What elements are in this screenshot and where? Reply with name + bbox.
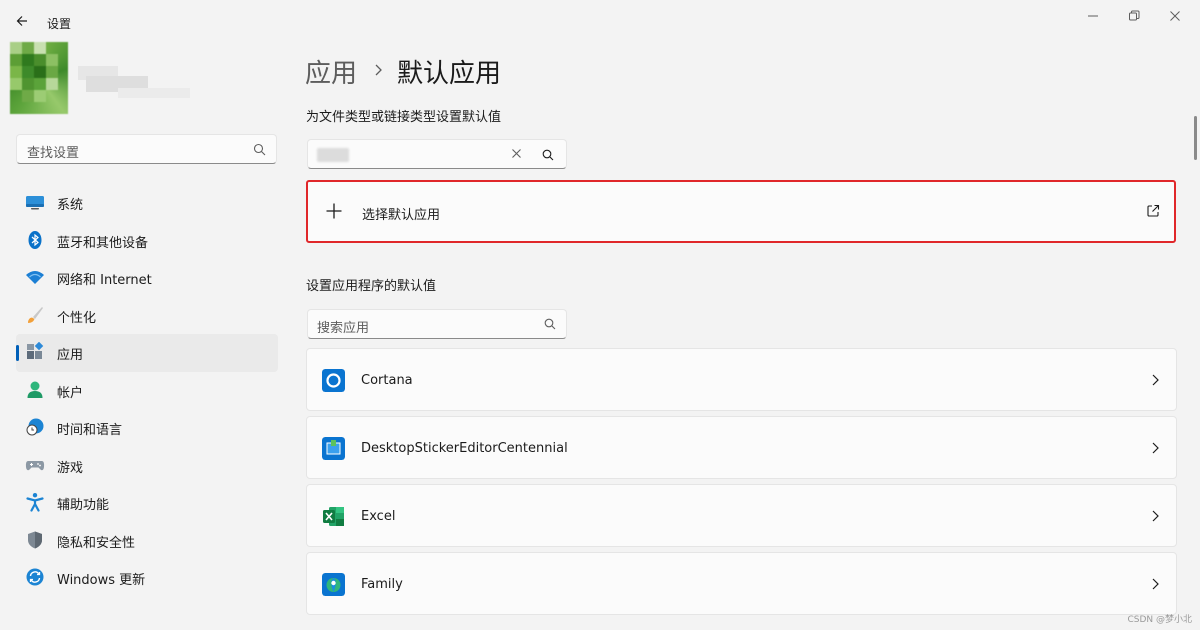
active-indicator	[16, 345, 19, 361]
sidebar-item-windows-update[interactable]: Windows 更新	[16, 559, 278, 597]
chevron-right-icon	[373, 62, 383, 81]
chevron-right-icon	[1152, 374, 1159, 386]
apps-section-title: 设置应用程序的默认值	[306, 279, 437, 294]
sidebar-item-label: 游戏	[57, 460, 84, 476]
sidebar-item-label: 应用	[57, 348, 84, 363]
app-row-excel[interactable]: Excel	[306, 484, 1177, 547]
settings-search-placeholder: 查找设置	[27, 146, 80, 161]
shield-icon	[28, 531, 42, 548]
watermark: CSDN @梦小北	[1127, 615, 1192, 625]
bluetooth-icon	[28, 230, 42, 249]
open-external-icon	[1147, 204, 1160, 217]
excel-icon	[323, 507, 344, 526]
sidebar-item-label: 辅助功能	[57, 498, 110, 513]
sidebar-item-accounts[interactable]: 帐户	[16, 372, 278, 410]
page-title: 默认应用	[397, 58, 502, 89]
settings-window: 设置 查找设置 系统 蓝牙和其他设备 网络和 Internet 个性化 应用 帐…	[0, 0, 1200, 630]
minimize-button[interactable]	[1078, 6, 1108, 26]
back-arrow-icon	[16, 16, 27, 26]
breadcrumb-parent-link[interactable]: 应用	[305, 53, 357, 90]
app-row-desktopstickereditor[interactable]: DesktopStickerEditorCentennial	[306, 416, 1177, 479]
sync-icon	[26, 568, 44, 586]
minimize-icon	[1088, 15, 1098, 17]
app-name: Family	[361, 577, 403, 592]
close-button[interactable]	[1160, 6, 1190, 26]
back-button[interactable]	[12, 10, 34, 32]
app-row-cortana[interactable]: Cortana	[306, 348, 1177, 411]
maximize-button[interactable]	[1119, 6, 1149, 26]
sidebar-item-gaming[interactable]: 游戏	[16, 447, 278, 485]
search-icon	[544, 318, 556, 330]
sidebar-item-label: 网络和 Internet	[57, 273, 152, 288]
clear-icon[interactable]	[511, 148, 522, 159]
sidebar-item-personalization[interactable]: 个性化	[16, 297, 278, 335]
sidebar-item-network[interactable]: 网络和 Internet	[16, 259, 278, 297]
family-icon	[322, 573, 345, 596]
chevron-right-icon	[1152, 442, 1159, 454]
restore-icon	[1129, 10, 1140, 21]
chevron-right-icon	[1152, 578, 1159, 590]
filetype-section-title: 为文件类型或链接类型设置默认值	[306, 110, 502, 125]
sidebar-item-bluetooth[interactable]: 蓝牙和其他设备	[16, 222, 278, 260]
chevron-right-icon	[1152, 510, 1159, 522]
apps-icon	[27, 342, 44, 359]
sidebar-item-label: Windows 更新	[57, 573, 146, 588]
plus-icon	[326, 203, 342, 219]
settings-search-input[interactable]: 查找设置	[16, 134, 277, 164]
app-name: DesktopStickerEditorCentennial	[361, 441, 568, 456]
window-title: 设置	[47, 17, 72, 31]
scrollbar-thumb[interactable]	[1194, 116, 1197, 160]
sticker-editor-icon	[322, 437, 345, 460]
sidebar-item-label: 时间和语言	[57, 423, 123, 438]
close-icon	[1170, 11, 1180, 21]
brush-icon	[28, 306, 43, 323]
accessibility-icon	[26, 493, 44, 512]
choose-default-app-card[interactable]: 选择默认应用	[306, 180, 1176, 243]
sidebar-item-label: 蓝牙和其他设备	[57, 235, 149, 251]
search-icon	[253, 143, 266, 156]
gamepad-icon	[25, 460, 45, 470]
cortana-icon	[322, 369, 345, 392]
title-bar: 设置	[0, 0, 1200, 44]
sidebar-item-system[interactable]: 系统	[16, 184, 278, 222]
apps-search-placeholder: 搜索应用	[317, 321, 370, 336]
choose-default-app-label: 选择默认应用	[362, 208, 441, 223]
monitor-icon	[26, 196, 44, 210]
clock-globe-icon	[26, 418, 44, 436]
wifi-icon	[26, 271, 44, 284]
account-name-blurred	[78, 66, 190, 102]
sidebar-item-accessibility[interactable]: 辅助功能	[16, 484, 278, 522]
sidebar-item-label: 隐私和安全性	[57, 535, 136, 551]
search-icon[interactable]	[542, 149, 554, 161]
filetype-search-input[interactable]	[307, 139, 567, 169]
person-icon	[27, 381, 43, 398]
app-name: Excel	[361, 509, 396, 524]
sidebar-item-apps[interactable]: 应用	[16, 334, 278, 372]
sidebar-item-label: 帐户	[57, 385, 84, 401]
breadcrumb: 应用 默认应用	[305, 53, 501, 89]
app-row-family[interactable]: Family	[306, 552, 1177, 615]
app-name: Cortana	[361, 373, 413, 388]
avatar[interactable]	[10, 42, 68, 114]
blurred-input-value	[317, 148, 349, 162]
sidebar-item-time-language[interactable]: 时间和语言	[16, 409, 278, 447]
sidebar-item-label: 个性化	[57, 310, 97, 326]
sidebar-item-label: 系统	[57, 198, 84, 213]
sidebar-item-privacy-security[interactable]: 隐私和安全性	[16, 522, 278, 560]
sidebar-nav: 系统 蓝牙和其他设备 网络和 Internet 个性化 应用 帐户 时间和语言 …	[16, 184, 278, 597]
apps-search-input[interactable]: 搜索应用	[307, 309, 567, 339]
app-list: Cortana DesktopStickerEditorCentennial E…	[306, 348, 1177, 620]
